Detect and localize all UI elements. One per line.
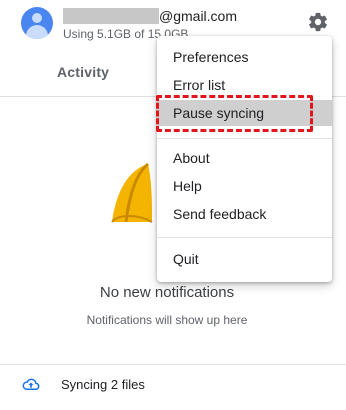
avatar-head-shape bbox=[32, 13, 42, 23]
menu-divider bbox=[157, 138, 332, 139]
tab-activity[interactable]: Activity bbox=[57, 64, 109, 80]
menu-item-about[interactable]: About bbox=[157, 145, 332, 171]
annotation-highlight-box bbox=[156, 95, 313, 132]
empty-state-title: No new notifications bbox=[99, 284, 235, 301]
drive-panel: @gmail.com Using 5.1GB of 15.0GB Activit… bbox=[0, 0, 346, 410]
account-email-domain: @gmail.com bbox=[159, 8, 238, 24]
gear-icon[interactable] bbox=[307, 11, 329, 33]
empty-state-subtitle: Notifications will show up here bbox=[86, 313, 248, 327]
settings-menu: Preferences Error list Pause syncing Abo… bbox=[157, 36, 332, 282]
avatar[interactable] bbox=[21, 7, 53, 39]
menu-divider bbox=[157, 237, 332, 238]
menu-item-quit[interactable]: Quit bbox=[157, 246, 332, 272]
cloud-upload-icon bbox=[22, 378, 40, 390]
avatar-body-shape bbox=[26, 25, 48, 39]
menu-item-send-feedback[interactable]: Send feedback bbox=[157, 201, 332, 227]
menu-item-preferences[interactable]: Preferences bbox=[157, 44, 332, 70]
sync-status[interactable]: Syncing 2 files bbox=[61, 377, 145, 392]
email-redaction bbox=[63, 8, 159, 24]
bell-icon bbox=[111, 162, 153, 223]
menu-item-help[interactable]: Help bbox=[157, 173, 332, 199]
divider bbox=[0, 364, 346, 365]
